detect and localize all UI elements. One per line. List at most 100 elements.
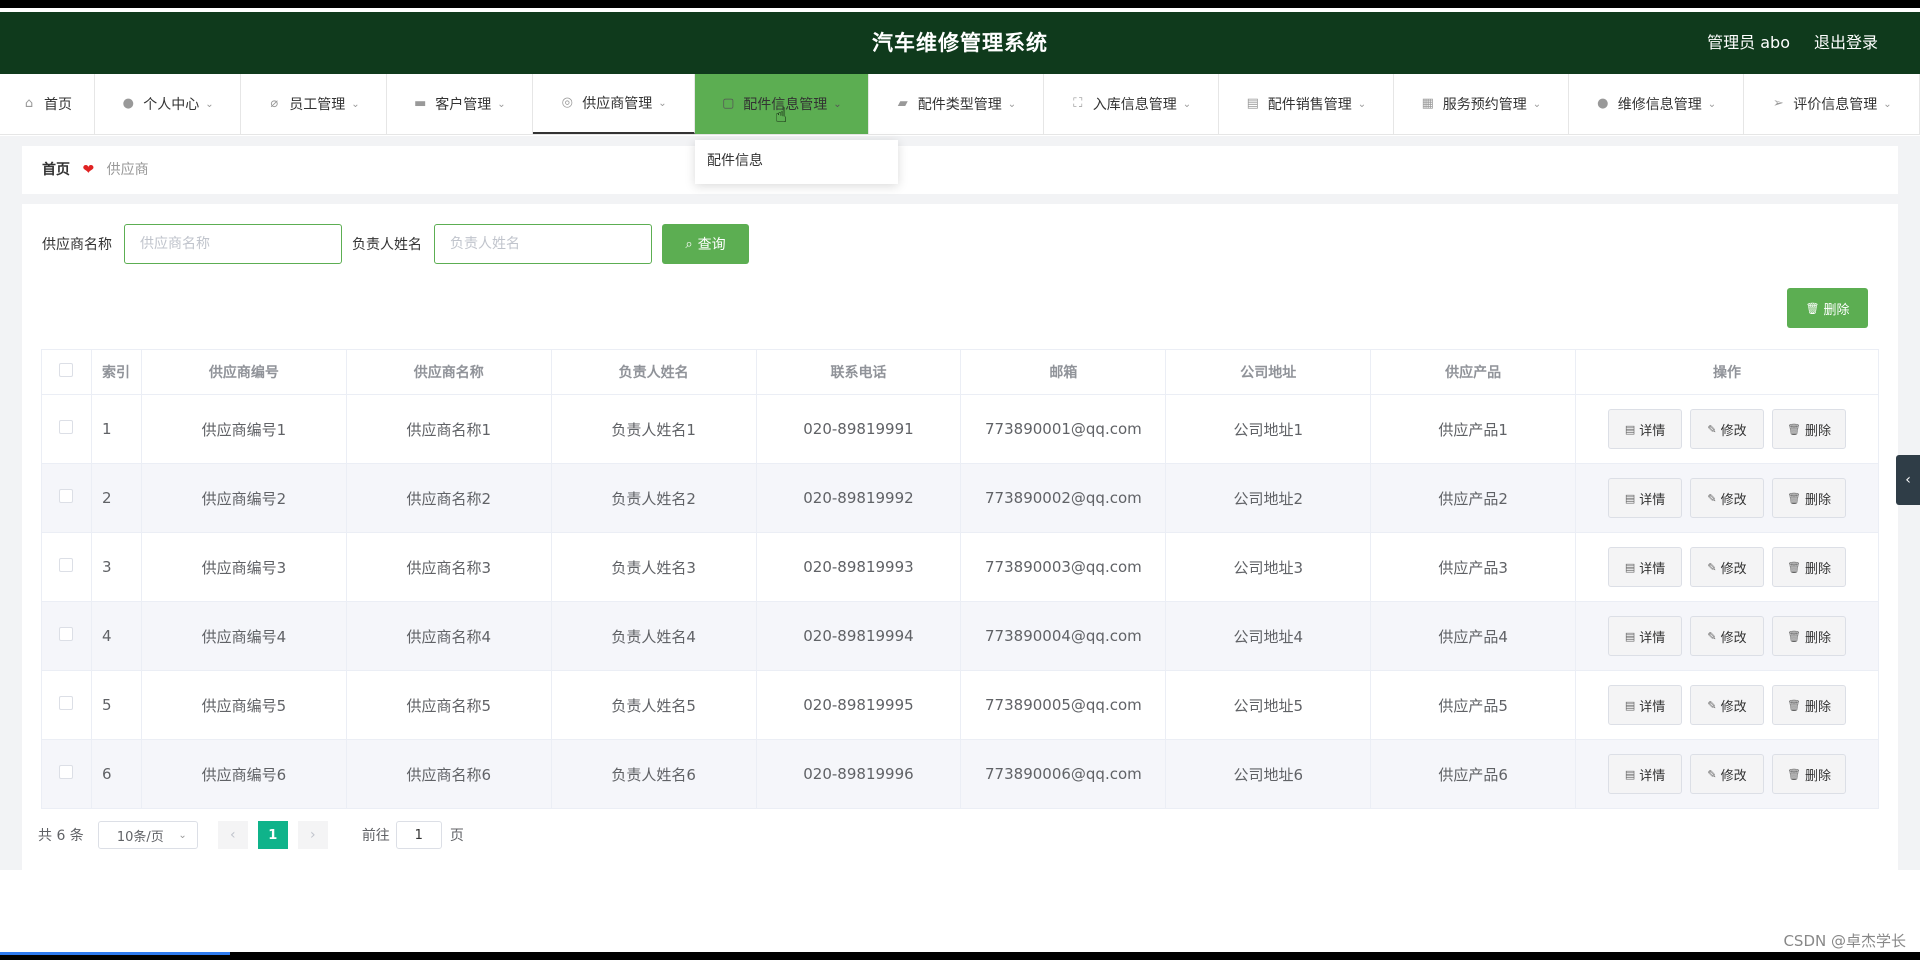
- detail-button[interactable]: ▤ 详情: [1608, 547, 1683, 587]
- detail-button[interactable]: ▤ 详情: [1608, 409, 1683, 449]
- dropdown-item-parts-info[interactable]: 配件信息: [707, 153, 763, 169]
- table-cell: 2: [90, 463, 142, 533]
- page-number-current[interactable]: 1: [257, 821, 288, 849]
- edit-button[interactable]: ✎ 修改: [1690, 754, 1765, 794]
- nav-item-4[interactable]: ◎ 供应商管理 ⌄: [533, 74, 695, 134]
- goto-page-input[interactable]: 1: [395, 821, 442, 849]
- fullscreen-icon: ⛶: [1073, 96, 1083, 111]
- delete-button[interactable]: 🗑 删除: [1772, 616, 1847, 656]
- delete-button[interactable]: 🗑 删除: [1772, 478, 1847, 518]
- nav-item-label: 员工管理: [289, 97, 346, 113]
- nav-item-9[interactable]: ▦ 服务预约管理 ⌄: [1394, 74, 1569, 134]
- hand-cursor-icon: ☝: [775, 103, 788, 127]
- detail-button[interactable]: ▤ 详情: [1608, 754, 1683, 794]
- chevron-down-icon: ⌄: [497, 98, 506, 110]
- nav-item-1[interactable]: ● 个人中心 ⌄: [95, 74, 241, 134]
- edit-icon: ✎: [1707, 767, 1717, 781]
- query-button[interactable]: ⌕ 查询: [662, 224, 749, 264]
- table-cell: 公司地址1: [1165, 394, 1372, 464]
- nav-item-7[interactable]: ⛶ 入库信息管理 ⌄: [1044, 74, 1219, 134]
- search-form: 供应商名称 负责人姓名 ⌕ 查询: [42, 224, 749, 264]
- nav-item-11[interactable]: ➢ 评价信息管理 ⌄: [1744, 74, 1920, 134]
- detail-button[interactable]: ▤ 详情: [1608, 616, 1683, 656]
- nav-item-0[interactable]: ⌂ 首页: [0, 74, 95, 134]
- row-checkbox[interactable]: [59, 696, 74, 710]
- table-cell: 公司地址2: [1165, 463, 1372, 533]
- document-icon: ▤: [1624, 629, 1636, 643]
- nav-item-label: 入库信息管理: [1092, 97, 1177, 113]
- row-checkbox[interactable]: [59, 627, 74, 641]
- edit-button[interactable]: ✎ 修改: [1690, 547, 1765, 587]
- delete-button[interactable]: 🗑 删除: [1772, 754, 1847, 794]
- edit-button[interactable]: ✎ 修改: [1690, 478, 1765, 518]
- action-label: 详情: [1639, 561, 1666, 577]
- action-label: 删除: [1805, 768, 1832, 784]
- action-label: 修改: [1720, 630, 1747, 646]
- logout-link[interactable]: 退出登录: [1814, 12, 1878, 74]
- table-cell: 负责人姓名6: [550, 739, 757, 809]
- row-checkbox[interactable]: [59, 558, 74, 572]
- delete-button[interactable]: 🗑 删除: [1772, 409, 1847, 449]
- ticket-icon: ▰: [897, 96, 908, 111]
- trash-icon: 🗑: [1787, 422, 1802, 436]
- prev-page-button[interactable]: ‹: [217, 821, 248, 849]
- batch-delete-button[interactable]: 🗑 删除: [1787, 288, 1868, 328]
- table-cell: 供应产品5: [1370, 670, 1577, 740]
- pagination: 共 6 条 10条/页 ⌄ ‹ 1 › 前往 1 页: [38, 821, 464, 849]
- chevron-down-icon: ⌄: [658, 97, 667, 109]
- detail-button[interactable]: ▤ 详情: [1608, 478, 1683, 518]
- row-checkbox[interactable]: [59, 765, 74, 779]
- app-header: 汽车维修管理系统 管理员 abo 退出登录: [0, 12, 1920, 74]
- row-select-cell: [41, 670, 92, 740]
- side-collapse-tab[interactable]: ‹: [1896, 455, 1920, 505]
- next-page-button[interactable]: ›: [297, 821, 328, 849]
- table-cell: 公司地址5: [1165, 670, 1372, 740]
- action-label: 修改: [1720, 423, 1747, 439]
- table-cell: 负责人姓名3: [550, 532, 757, 602]
- nav-item-10[interactable]: ● 维修信息管理 ⌄: [1569, 74, 1744, 134]
- table-row: 2 供应商编号2 供应商名称2 负责人姓名2 020-89819992 773890002…: [41, 463, 1879, 533]
- row-checkbox[interactable]: [59, 420, 74, 434]
- chevron-down-icon: ⌄: [833, 98, 842, 110]
- bottom-strip: [0, 952, 1920, 960]
- nav-item-2[interactable]: ⌀ 员工管理 ⌄: [241, 74, 387, 134]
- page-size-select[interactable]: 10条/页 ⌄: [97, 821, 198, 849]
- nav-item-8[interactable]: ▤ 配件销售管理 ⌄: [1219, 74, 1394, 134]
- document-icon: ▤: [1624, 698, 1636, 712]
- action-label: 详情: [1639, 423, 1666, 439]
- action-label: 修改: [1720, 699, 1747, 715]
- select-all-checkbox[interactable]: [59, 363, 74, 377]
- edit-button[interactable]: ✎ 修改: [1690, 685, 1765, 725]
- supplier-name-input[interactable]: [124, 224, 342, 264]
- breadcrumb: 首页 ❤ 供应商: [22, 146, 1898, 194]
- user-icon: ●: [122, 96, 134, 111]
- trash-icon: 🗑: [1787, 560, 1802, 574]
- col-header: 公司地址: [1165, 349, 1372, 395]
- edit-icon: ✎: [1707, 629, 1717, 643]
- nav-item-label: 维修信息管理: [1617, 97, 1702, 113]
- manager-name-input[interactable]: [434, 224, 652, 264]
- batch-delete-label: 删除: [1823, 302, 1850, 318]
- delete-button[interactable]: 🗑 删除: [1772, 685, 1847, 725]
- breadcrumb-home[interactable]: 首页: [42, 162, 70, 178]
- content-panel: 供应商名称 负责人姓名 ⌕ 查询 🗑 删除 索引 供应商编号 供应商名称 负责人…: [22, 204, 1898, 870]
- table-cell: 020-89819991: [755, 394, 962, 464]
- delete-button[interactable]: 🗑 删除: [1772, 547, 1847, 587]
- nav-item-6[interactable]: ▰ 配件类型管理 ⌄: [869, 74, 1044, 134]
- total-count: 共 6 条: [38, 828, 84, 844]
- page-size-value: 10条/页: [116, 829, 164, 845]
- table-cell: 供应商编号5: [140, 670, 347, 740]
- edit-button[interactable]: ✎ 修改: [1690, 616, 1765, 656]
- row-checkbox[interactable]: [59, 489, 74, 503]
- detail-button[interactable]: ▤ 详情: [1608, 685, 1683, 725]
- table-cell: 供应产品3: [1370, 532, 1577, 602]
- nav-item-3[interactable]: ▬ 客户管理 ⌄: [387, 74, 533, 134]
- action-label: 详情: [1639, 492, 1666, 508]
- top-nav: ⌂ 首页 ● 个人中心 ⌄ ⌀ 员工管理 ⌄ ▬ 客户管理 ⌄ ◎ 供应商管理 ⌄ ▢ 配件信息管理 ⌄ ▰ 配件类…: [0, 74, 1920, 135]
- edit-button[interactable]: ✎ 修改: [1690, 409, 1765, 449]
- admin-label: 管理员 abo: [1707, 33, 1790, 52]
- row-select-cell: [41, 739, 92, 809]
- table-cell: 公司地址4: [1165, 601, 1372, 671]
- table-cell: 773890001@qq.com: [960, 394, 1167, 464]
- table-cell: 负责人姓名5: [550, 670, 757, 740]
